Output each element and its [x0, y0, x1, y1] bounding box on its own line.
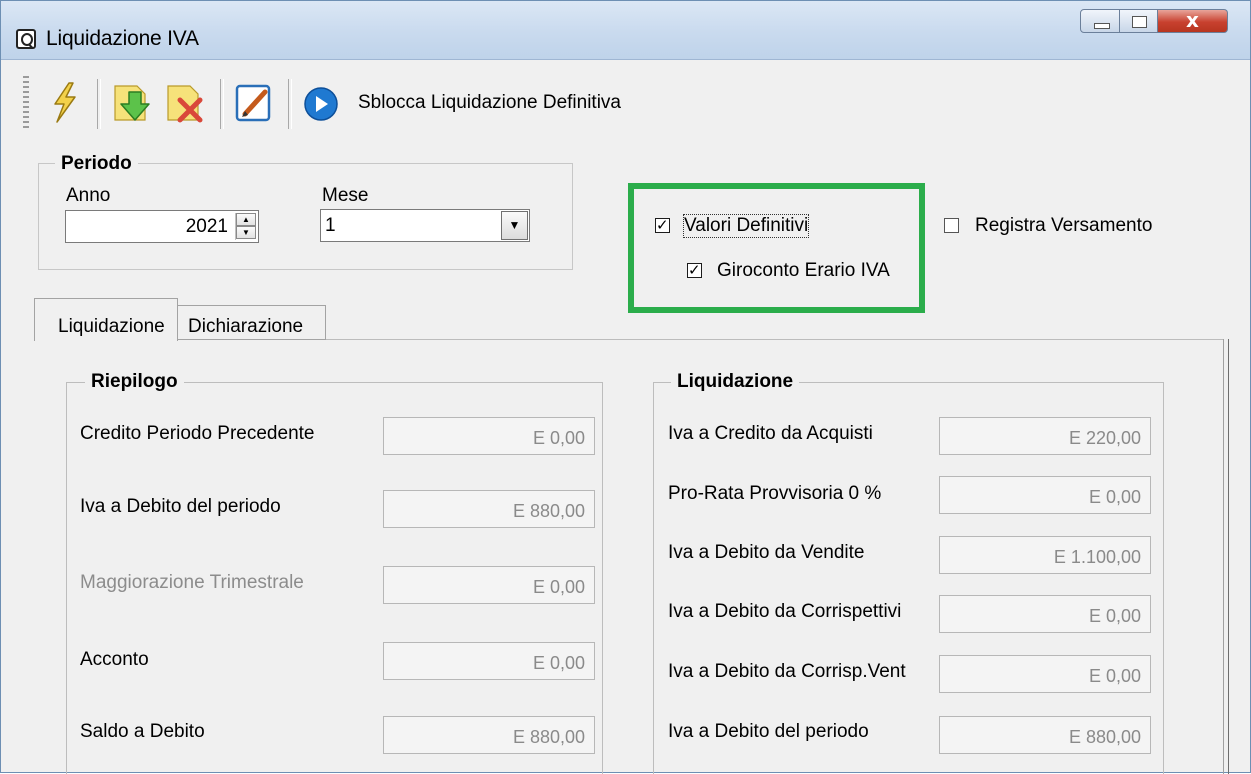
riepilogo-title: Riepilogo	[85, 371, 184, 393]
iva-debito-corrisp-vent-field: E 0,00	[939, 655, 1151, 693]
play-icon[interactable]	[303, 86, 343, 131]
toolbar-separator	[220, 79, 224, 129]
minimize-icon	[1094, 23, 1110, 29]
liquidazione-row-label: Iva a Debito del periodo	[668, 721, 869, 742]
spinner-arrows[interactable]: ▲ ▼	[235, 213, 256, 240]
check-mark-icon: ✓	[688, 261, 701, 279]
window-controls: x	[1080, 8, 1228, 35]
highlight-box	[628, 183, 925, 313]
window-title: Liquidazione IVA	[46, 27, 199, 50]
riepilogo-row-label: Iva a Debito del periodo	[80, 496, 281, 517]
field-value: E 0,00	[532, 577, 585, 597]
delete-icon[interactable]	[164, 80, 204, 125]
toolbar-separator	[288, 79, 292, 129]
riepilogo-row-label: Credito Periodo Precedente	[80, 423, 315, 444]
field-value: E 0,00	[532, 428, 585, 448]
field-value: E 1.100,00	[1053, 547, 1141, 567]
registra-versamento-checkbox[interactable]	[944, 218, 959, 233]
spin-down-icon[interactable]: ▼	[236, 226, 256, 239]
check-mark-icon: ✓	[656, 216, 669, 234]
spin-up-icon[interactable]: ▲	[236, 213, 256, 226]
field-value: E 880,00	[1068, 727, 1141, 747]
valori-definitivi-checkbox[interactable]: ✓	[655, 216, 670, 234]
liquidazione-row-label: Pro-Rata Provvisoria 0 %	[668, 483, 882, 504]
liquidazione-iva-window: Liquidazione IVA x Sblocca Liquidazione …	[0, 0, 1251, 774]
liquidazione-row-label: Iva a Credito da Acquisti	[668, 423, 873, 444]
iva-credito-acquisti-field: E 220,00	[939, 417, 1151, 455]
valori-definitivi-label[interactable]: Valori Definitivi	[682, 214, 810, 238]
tab-dichiarazione[interactable]: Dichiarazione	[178, 305, 326, 340]
mese-label: Mese	[322, 185, 369, 206]
tab-liquidazione[interactable]: Liquidazione	[34, 298, 178, 341]
maggiorazione-trimestrale-field: E 0,00	[383, 566, 595, 604]
close-button[interactable]: x	[1158, 8, 1228, 33]
field-value: E 880,00	[512, 727, 585, 747]
anno-label: Anno	[66, 185, 111, 206]
giroconto-label[interactable]: Giroconto Erario IVA	[717, 260, 890, 282]
maximize-button[interactable]	[1120, 9, 1158, 33]
toolbar-grip[interactable]	[23, 76, 29, 131]
riepilogo-row-label: Maggiorazione Trimestrale	[80, 572, 304, 593]
anno-value: 2021	[185, 216, 228, 237]
liquidazione-row-label: Iva a Debito da Vendite	[668, 542, 865, 563]
minimize-button[interactable]	[1080, 9, 1120, 33]
field-value: E 0,00	[1088, 606, 1141, 626]
riepilogo-row-label: Acconto	[80, 649, 149, 670]
anno-spinner[interactable]: 2021 ▲ ▼	[65, 210, 259, 243]
dropdown-arrow-icon[interactable]: ▼	[501, 211, 528, 240]
maximize-icon	[1132, 16, 1147, 28]
toolbar: Sblocca Liquidazione Definitiva	[1, 60, 1250, 145]
acconto-field: E 0,00	[383, 642, 595, 680]
close-icon: x	[1186, 8, 1199, 32]
iva-debito-periodo-liq-field: E 880,00	[939, 716, 1151, 754]
unlock-button[interactable]: Sblocca Liquidazione Definitiva	[358, 92, 621, 114]
download-icon[interactable]	[111, 80, 151, 125]
panel-border	[1223, 339, 1229, 774]
field-value: E 220,00	[1068, 428, 1141, 448]
title-bar[interactable]: Liquidazione IVA x	[1, 1, 1250, 60]
lightning-icon[interactable]	[45, 80, 85, 125]
giroconto-checkbox[interactable]: ✓	[687, 261, 702, 279]
field-value: E 880,00	[512, 501, 585, 521]
registra-versamento-label[interactable]: Registra Versamento	[975, 215, 1152, 237]
saldo-debito-field: E 880,00	[383, 716, 595, 754]
liquidazione-row-label: Iva a Debito da Corrispettivi	[668, 601, 902, 622]
riepilogo-row-label: Saldo a Debito	[80, 721, 205, 742]
iva-debito-periodo-field: E 880,00	[383, 490, 595, 528]
liquidazione-title: Liquidazione	[671, 371, 800, 393]
mese-select[interactable]: 1 ▼	[320, 209, 530, 242]
credito-periodo-precedente-field: E 0,00	[383, 417, 595, 455]
app-icon	[16, 29, 36, 49]
edit-icon[interactable]	[233, 80, 273, 125]
liquidazione-row-label: Iva a Debito da Corrisp.Vent	[668, 661, 906, 682]
field-value: E 0,00	[1088, 666, 1141, 686]
mese-value: 1	[325, 215, 336, 236]
periodo-title: Periodo	[55, 153, 138, 175]
iva-debito-corrispettivi-field: E 0,00	[939, 595, 1151, 633]
field-value: E 0,00	[532, 653, 585, 673]
pro-rata-field: E 0,00	[939, 476, 1151, 514]
field-value: E 0,00	[1088, 487, 1141, 507]
iva-debito-vendite-field: E 1.100,00	[939, 536, 1151, 574]
toolbar-separator	[97, 79, 101, 129]
